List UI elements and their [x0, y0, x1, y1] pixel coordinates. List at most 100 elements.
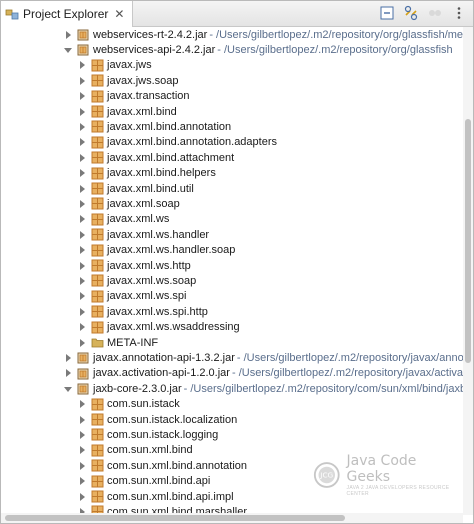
chevron-right-icon[interactable]	[77, 168, 87, 178]
folder-icon	[91, 338, 104, 348]
chevron-right-icon[interactable]	[63, 30, 73, 40]
chevron-right-icon[interactable]	[63, 353, 73, 363]
tree-item-jar[interactable]: webservices-rt-2.4.2.jar - /Users/gilber…	[63, 27, 463, 42]
tree-item-package[interactable]: javax.transaction	[77, 89, 190, 104]
tree-item-package[interactable]: javax.jws	[77, 58, 152, 73]
tree-item-package[interactable]: javax.xml.soap	[77, 196, 180, 211]
tree-item-package[interactable]: com.sun.xml.bind.api.impl	[77, 489, 234, 504]
chevron-right-icon[interactable]	[77, 230, 87, 240]
tree-item-package[interactable]: javax.xml.ws.soap	[77, 273, 196, 288]
view-header: Project Explorer ✕	[1, 1, 473, 27]
package-icon	[91, 459, 104, 472]
tree-item-package[interactable]: javax.xml.bind.helpers	[77, 166, 216, 181]
tree-item-package[interactable]: javax.xml.bind.annotation.adapters	[77, 135, 277, 150]
chevron-down-icon[interactable]	[63, 384, 73, 394]
tree-item-package[interactable]: com.sun.xml.bind	[77, 443, 193, 458]
chevron-right-icon[interactable]	[77, 91, 87, 101]
chevron-right-icon[interactable]	[77, 137, 87, 147]
tree-item-package[interactable]: javax.xml.bind.attachment	[77, 150, 234, 165]
horizontal-scrollbar-thumb[interactable]	[5, 515, 345, 521]
horizontal-scrollbar[interactable]	[1, 513, 463, 523]
tree-item-label: javax.xml.bind	[107, 105, 177, 118]
tree-item-package[interactable]: com.sun.istack	[77, 397, 180, 412]
chevron-right-icon[interactable]	[77, 60, 87, 70]
chevron-right-icon[interactable]	[77, 184, 87, 194]
tree-item-package[interactable]: com.sun.xml.bind.api	[77, 474, 210, 489]
package-icon	[91, 290, 104, 303]
tree-item-package[interactable]: javax.xml.bind.util	[77, 181, 194, 196]
tree-item-package[interactable]: javax.xml.ws.http	[77, 258, 191, 273]
tree-item-package[interactable]: javax.xml.ws.handler	[77, 227, 209, 242]
tree-item-jar[interactable]: javax.annotation-api-1.3.2.jar - /Users/…	[63, 350, 463, 365]
chevron-right-icon[interactable]	[77, 261, 87, 271]
tree-item-package[interactable]: com.sun.xml.bind.annotation	[77, 458, 247, 473]
tree-item-label: javax.xml.ws.wsaddressing	[107, 321, 240, 334]
watermark-subtitle: JAVA 2 JAVA DEVELOPERS RESOURCE CENTER	[346, 485, 450, 497]
chevron-right-icon[interactable]	[77, 107, 87, 117]
package-icon	[91, 136, 104, 149]
tree-item-jar[interactable]: webservices-api-2.4.2.jar - /Users/gilbe…	[63, 42, 453, 57]
chevron-right-icon[interactable]	[77, 430, 87, 440]
chevron-right-icon[interactable]	[77, 153, 87, 163]
tree-item-package[interactable]: javax.xml.bind	[77, 104, 177, 119]
jar-icon	[77, 352, 89, 364]
chevron-right-icon[interactable]	[77, 445, 87, 455]
chevron-right-icon[interactable]	[77, 338, 87, 348]
chevron-right-icon[interactable]	[77, 476, 87, 486]
vertical-scrollbar[interactable]	[463, 27, 473, 515]
tree-item-package[interactable]: javax.xml.ws.spi.http	[77, 304, 208, 319]
link-with-editor-icon[interactable]	[403, 5, 419, 21]
tree-item-label: com.sun.istack.logging	[107, 428, 219, 441]
package-icon	[91, 228, 104, 241]
chevron-right-icon[interactable]	[77, 76, 87, 86]
tree-item-package[interactable]: javax.xml.ws	[77, 212, 169, 227]
package-icon	[91, 213, 104, 226]
tree-item-package[interactable]: javax.xml.ws.handler.soap	[77, 243, 235, 258]
chevron-right-icon[interactable]	[77, 461, 87, 471]
chevron-down-icon[interactable]	[63, 45, 73, 55]
tree-item-label: com.sun.istack	[107, 398, 180, 411]
package-icon	[91, 120, 104, 133]
tree-item-package[interactable]: javax.jws.soap	[77, 73, 179, 88]
tree-item-jar[interactable]: jaxb-core-2.3.0.jar - /Users/gilbertlope…	[63, 381, 463, 396]
tree-item-package[interactable]: com.sun.istack.logging	[77, 427, 218, 442]
tree-item-label: webservices-rt-2.4.2.jar	[93, 28, 208, 41]
filters-icon[interactable]	[427, 5, 443, 21]
view-menu-icon[interactable]	[451, 5, 467, 21]
package-icon	[91, 274, 104, 287]
collapse-all-icon[interactable]	[379, 5, 395, 21]
tree-item-label: javax.xml.bind.annotation	[107, 120, 232, 133]
tree-item-jar[interactable]: javax.activation-api-1.2.0.jar - /Users/…	[63, 366, 463, 381]
tree-item-package[interactable]: com.sun.istack.localization	[77, 412, 237, 427]
chevron-right-icon[interactable]	[77, 291, 87, 301]
chevron-right-icon[interactable]	[77, 199, 87, 209]
chevron-right-icon[interactable]	[77, 415, 87, 425]
project-explorer-window: Project Explorer ✕ webservices-rt-2.4.2.…	[0, 0, 474, 524]
package-icon	[91, 90, 104, 103]
package-icon	[91, 151, 104, 164]
tree-item-path: - /Users/gilbertlopez/.m2/repository/org…	[217, 43, 453, 56]
view-toolbar	[379, 5, 467, 21]
package-icon	[91, 444, 104, 457]
chevron-right-icon[interactable]	[77, 399, 87, 409]
chevron-right-icon[interactable]	[77, 307, 87, 317]
vertical-scrollbar-thumb[interactable]	[465, 119, 471, 363]
chevron-right-icon[interactable]	[77, 492, 87, 502]
chevron-right-icon[interactable]	[63, 368, 73, 378]
chevron-right-icon[interactable]	[77, 245, 87, 255]
package-icon	[91, 305, 104, 318]
chevron-right-icon[interactable]	[77, 214, 87, 224]
tree-item-label: com.sun.xml.bind	[107, 444, 193, 457]
chevron-right-icon[interactable]	[77, 276, 87, 286]
tree-item-label: javax.xml.bind.helpers	[107, 167, 216, 180]
close-icon[interactable]: ✕	[114, 7, 124, 21]
chevron-right-icon[interactable]	[77, 322, 87, 332]
tree-item-package[interactable]: javax.xml.ws.wsaddressing	[77, 320, 240, 335]
chevron-right-icon[interactable]	[77, 122, 87, 132]
tree-item-package[interactable]: javax.xml.ws.spi	[77, 289, 186, 304]
tab-project-explorer[interactable]: Project Explorer ✕	[1, 1, 133, 27]
tree-item-folder[interactable]: META-INF	[77, 335, 158, 350]
project-tree[interactable]: webservices-rt-2.4.2.jar - /Users/gilber…	[1, 27, 463, 515]
tree-item-label: com.sun.xml.bind.annotation	[107, 459, 248, 472]
tree-item-package[interactable]: javax.xml.bind.annotation	[77, 119, 231, 134]
